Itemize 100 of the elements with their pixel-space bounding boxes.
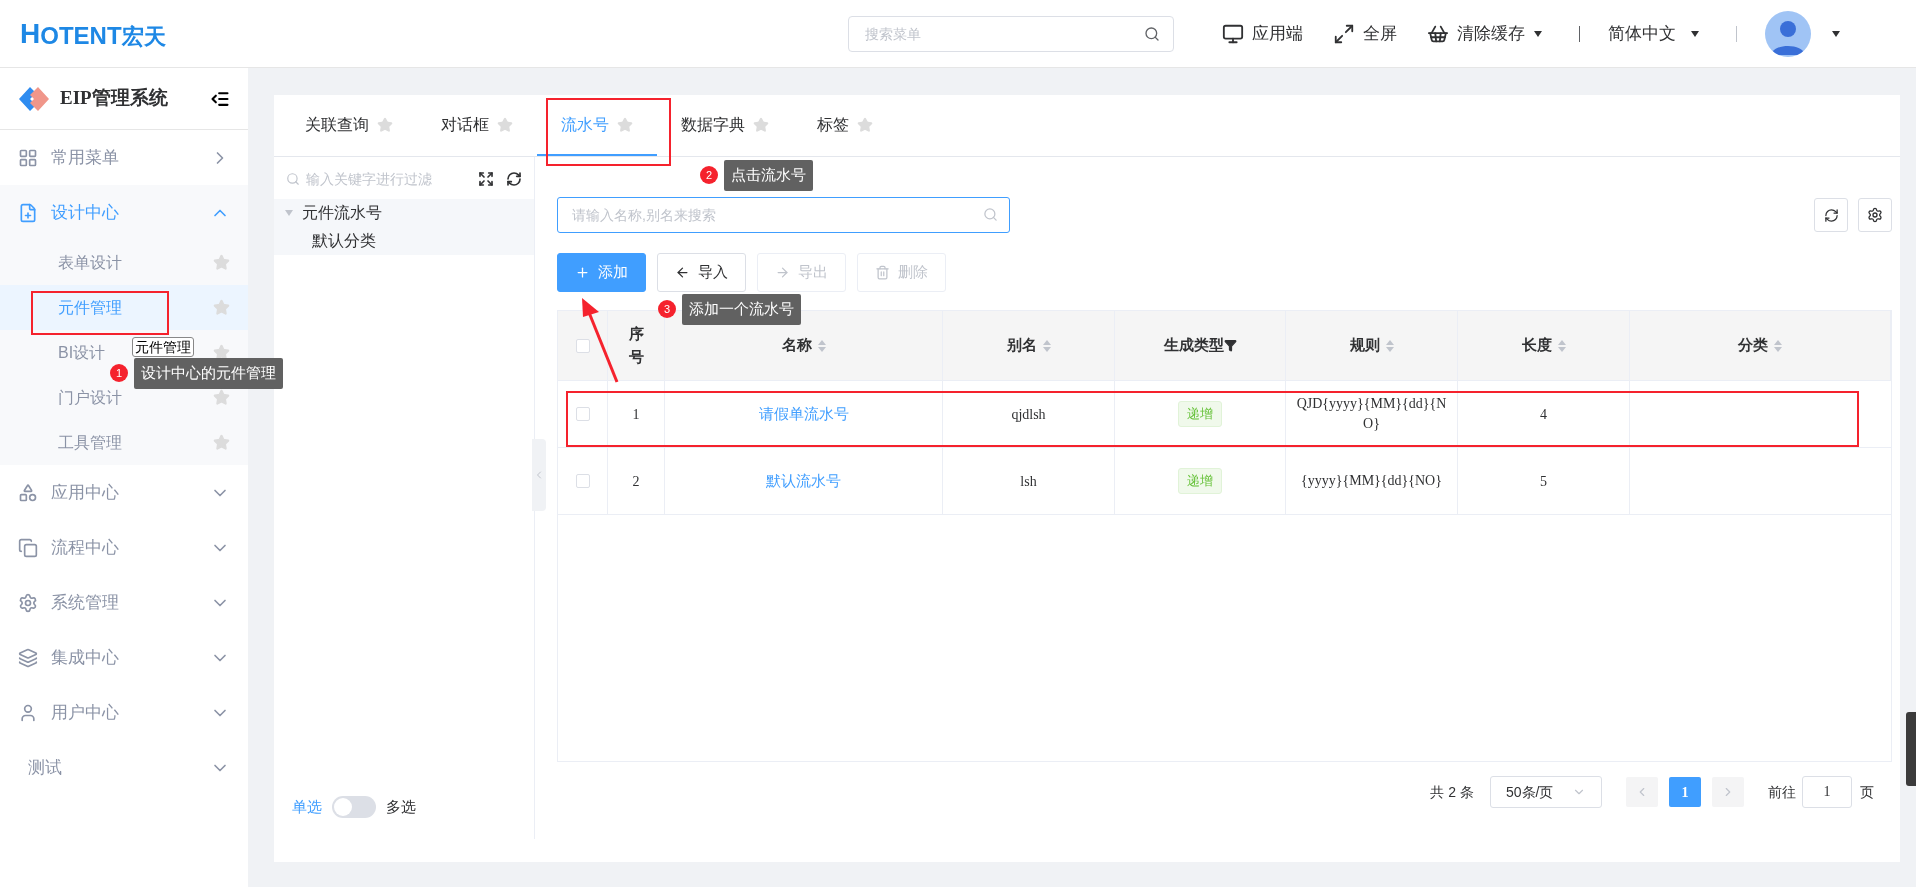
name-search-field[interactable]: 请输入名称,别名来搜索 <box>557 197 1010 233</box>
tree-node[interactable]: 默认分类 <box>274 227 534 255</box>
toolbar-button[interactable]: 添加 <box>557 253 646 292</box>
next-page-button[interactable] <box>1712 777 1744 807</box>
mode-switch[interactable] <box>332 796 376 818</box>
sort-icon[interactable] <box>1774 338 1782 353</box>
menu-search-field[interactable]: 搜索菜单 <box>848 15 1174 52</box>
copy-icon <box>18 537 38 558</box>
tab[interactable]: 标签 <box>793 95 897 156</box>
expand-icon <box>1333 22 1355 45</box>
switch-label: 多选 <box>386 796 416 817</box>
sidebar-item[interactable]: 表单设计 <box>0 240 248 285</box>
header-action-button[interactable]: 清除缓存 <box>1427 20 1543 47</box>
arrow-right-icon <box>775 265 790 280</box>
refresh-icon <box>1823 207 1839 223</box>
column-header: 名称 <box>781 335 812 356</box>
type-tag: 递增 <box>1178 468 1222 494</box>
panel-collapse-handle[interactable] <box>532 439 546 511</box>
table-cell-text: 1 <box>632 405 640 424</box>
tab[interactable]: 关联查询 <box>281 95 417 156</box>
logo-text: H <box>20 19 41 48</box>
search-icon[interactable] <box>1144 25 1160 42</box>
system-title: EIP管理系统 <box>60 86 168 111</box>
tree-node[interactable]: 元件流水号 <box>274 199 534 227</box>
shapes-icon <box>18 482 38 503</box>
sidebar-group[interactable]: 集成中心 <box>0 630 248 685</box>
goto-label: 前往 <box>1768 782 1796 802</box>
sort-icon[interactable] <box>817 338 826 353</box>
table-cell-text: 4 <box>1540 405 1547 424</box>
name-link[interactable]: 请假单流水号 <box>758 402 849 426</box>
star-icon[interactable] <box>213 389 230 406</box>
logo-text: 宏天 <box>121 25 166 48</box>
user-icon <box>18 702 38 723</box>
sidebar-item[interactable]: 元件管理 <box>0 285 248 330</box>
table-cell-text: 5 <box>1540 472 1547 491</box>
sidebar-item[interactable]: 工具管理 <box>0 420 248 465</box>
monitor-icon <box>1222 22 1244 45</box>
filter-icon[interactable] <box>1223 339 1237 352</box>
sidebar-group[interactable]: 应用中心 <box>0 465 248 520</box>
refresh-button[interactable] <box>1814 198 1848 232</box>
sort-icon[interactable] <box>1385 338 1394 353</box>
sidebar-group[interactable]: 测试 <box>0 740 248 795</box>
hover-tooltip: 元件管理 <box>132 337 194 357</box>
table-cell-text: qjdlsh <box>1011 405 1046 424</box>
select-all-checkbox[interactable] <box>575 338 590 353</box>
caret-down-icon <box>1690 29 1700 38</box>
page-number-button[interactable]: 1 <box>1669 777 1701 807</box>
tab[interactable]: 对话框 <box>417 95 537 156</box>
side-widget-icon[interactable] <box>1906 712 1916 786</box>
refresh-icon[interactable] <box>506 171 522 187</box>
table-cell-text: {yyyy}{MM}{dd}{NO} <box>1301 471 1442 490</box>
sidebar-group[interactable]: 流程中心 <box>0 520 248 575</box>
settings-icon <box>1867 207 1883 223</box>
star-icon <box>753 116 769 133</box>
sidebar-group[interactable]: 设计中心 <box>0 185 248 240</box>
name-link[interactable]: 默认流水号 <box>766 469 841 493</box>
column-header: 生成类型 <box>1163 335 1224 356</box>
caret-down-icon <box>1831 29 1841 38</box>
column-header: 分类 <box>1738 335 1768 356</box>
expand-icon[interactable] <box>478 171 494 187</box>
star-icon[interactable] <box>213 254 230 271</box>
header-action-button[interactable]: 全屏 <box>1333 20 1397 47</box>
caret-down-icon <box>1533 29 1543 38</box>
tree-filter-field[interactable]: 输入关键字进行过滤 <box>306 168 472 190</box>
star-icon <box>377 116 393 133</box>
trash-icon <box>875 265 890 280</box>
sort-icon[interactable] <box>1042 338 1051 353</box>
star-icon[interactable] <box>213 344 230 361</box>
toolbar-button[interactable]: 导入 <box>657 253 746 292</box>
tab[interactable]: 数据字典 <box>657 95 793 156</box>
settings-button[interactable] <box>1858 198 1892 232</box>
page-unit-label: 页 <box>1860 782 1874 802</box>
goto-page-field[interactable]: 1 <box>1802 776 1852 808</box>
star-icon[interactable] <box>213 434 230 451</box>
sidebar-group[interactable]: 常用菜单 <box>0 130 248 185</box>
sort-icon[interactable] <box>1557 338 1566 353</box>
tab[interactable]: 流水号 <box>537 95 657 156</box>
callout-tooltip: 添加一个流水号 <box>682 294 801 325</box>
star-icon[interactable] <box>213 299 230 316</box>
switch-label: 单选 <box>292 796 322 817</box>
logo-text: OTENT <box>40 23 122 48</box>
avatar-button[interactable] <box>1765 10 1811 57</box>
sidebar-group[interactable]: 系统管理 <box>0 575 248 630</box>
settings-icon <box>18 592 38 613</box>
row-checkbox[interactable] <box>575 407 590 421</box>
grid-icon <box>18 147 38 168</box>
language-dropdown[interactable]: 简体中文 <box>1608 20 1700 47</box>
star-icon <box>857 116 873 133</box>
caret-icon <box>284 209 294 217</box>
table-cell-text: QJD{yyyy}{MM}{dd}{NO} <box>1296 394 1447 433</box>
row-checkbox[interactable] <box>575 474 590 488</box>
column-header: 序号 <box>628 324 644 367</box>
header-action-button[interactable]: 应用端 <box>1222 20 1303 47</box>
sidebar-group[interactable]: 用户中心 <box>0 685 248 740</box>
previous-page-button[interactable] <box>1626 777 1658 807</box>
file-plus-icon <box>18 202 38 223</box>
total-count: 共 2 条 <box>1430 782 1474 802</box>
page-size-select[interactable]: 50条/页 <box>1490 776 1602 808</box>
callout-tooltip: 设计中心的元件管理 <box>134 358 283 389</box>
table-cell-text: 2 <box>632 472 640 491</box>
